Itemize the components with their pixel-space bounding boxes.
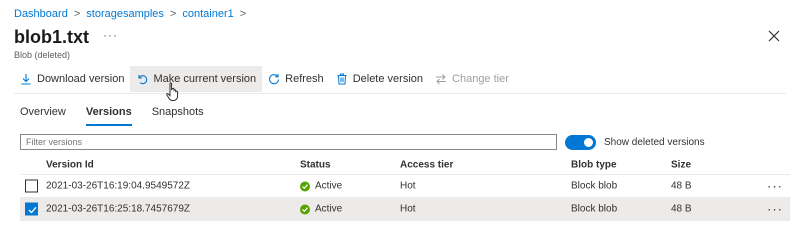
toolbar: Download version Make current version Re… xyxy=(14,66,515,92)
close-icon[interactable] xyxy=(768,30,780,42)
check-icon xyxy=(28,206,37,214)
column-header-blob-type[interactable]: Blob type xyxy=(571,159,617,170)
page-title: blob1.txt xyxy=(14,27,89,47)
delete-version-button[interactable]: Delete version xyxy=(330,66,429,92)
toolbar-divider xyxy=(14,93,786,94)
row-more-button[interactable]: ··· xyxy=(767,202,783,217)
row-checkbox[interactable] xyxy=(25,179,38,193)
version-id-cell: 2021-03-26T16:25:18.7457679Z xyxy=(46,203,191,215)
column-header-status[interactable]: Status xyxy=(300,159,331,170)
refresh-icon xyxy=(269,74,280,85)
undo-icon xyxy=(138,75,148,85)
size-cell: 48 B xyxy=(671,203,692,215)
toggle-knob xyxy=(584,138,593,147)
status-text: Active xyxy=(315,180,343,192)
tab-snapshots[interactable]: Snapshots xyxy=(152,106,204,126)
swap-icon xyxy=(436,74,447,85)
check-icon xyxy=(300,181,310,191)
pointer-cursor-icon xyxy=(166,82,179,101)
breadcrumb-separator: > xyxy=(169,8,177,20)
breadcrumb-container1[interactable]: container1 xyxy=(182,8,233,20)
table-header: Version Id Status Access tier Blob type … xyxy=(20,155,790,175)
show-deleted-versions-label: Show deleted versions xyxy=(604,137,705,148)
status-text: Active xyxy=(315,203,343,215)
row-checkbox[interactable] xyxy=(25,202,38,216)
refresh-label: Refresh xyxy=(285,73,324,85)
breadcrumb-separator: > xyxy=(73,8,81,20)
page-subtitle: Blob (deleted) xyxy=(14,50,71,60)
breadcrumb-separator: > xyxy=(239,8,247,20)
status-cell: Active xyxy=(300,181,342,192)
title-row: blob1.txt ··· xyxy=(14,27,118,48)
download-version-label: Download version xyxy=(37,73,125,85)
trash-icon xyxy=(337,73,347,85)
version-id-cell: 2021-03-26T16:19:04.9549572Z xyxy=(46,180,191,192)
status-cell: Active xyxy=(300,204,342,215)
make-current-version-button[interactable]: Make current version xyxy=(130,66,263,92)
breadcrumb-storagesamples[interactable]: storagesamples xyxy=(86,8,164,20)
table-row[interactable]: 2021-03-26T16:19:04.9549572Z Active Hot … xyxy=(20,175,790,198)
row-more-button[interactable]: ··· xyxy=(767,179,783,194)
tab-overview[interactable]: Overview xyxy=(20,106,66,126)
refresh-button[interactable]: Refresh xyxy=(262,66,330,92)
blob-type-cell: Block blob xyxy=(571,203,618,215)
access-tier-cell: Hot xyxy=(400,203,416,215)
more-options-button[interactable]: ··· xyxy=(103,28,118,42)
filter-versions-input[interactable] xyxy=(20,134,557,150)
show-deleted-versions-toggle[interactable] xyxy=(565,135,596,150)
access-tier-cell: Hot xyxy=(400,180,416,192)
table-row[interactable]: 2021-03-26T16:25:18.7457679Z Active Hot … xyxy=(20,198,790,221)
column-header-size[interactable]: Size xyxy=(671,159,691,170)
column-header-version-id[interactable]: Version Id xyxy=(46,159,94,170)
breadcrumb: Dashboard > storagesamples > container1 … xyxy=(14,8,246,20)
check-icon xyxy=(300,204,310,214)
change-tier-label: Change tier xyxy=(452,73,509,85)
tabs: Overview Versions Snapshots xyxy=(20,106,204,126)
tab-versions[interactable]: Versions xyxy=(85,106,132,126)
size-cell: 48 B xyxy=(671,180,692,192)
versions-table: Version Id Status Access tier Blob type … xyxy=(20,155,790,221)
breadcrumb-dashboard[interactable]: Dashboard xyxy=(14,8,68,20)
download-version-button[interactable]: Download version xyxy=(14,66,130,92)
blob-type-cell: Block blob xyxy=(571,180,618,192)
delete-version-label: Delete version xyxy=(352,73,424,85)
column-header-access-tier[interactable]: Access tier xyxy=(400,159,453,170)
download-icon xyxy=(21,74,31,85)
show-deleted-versions-toggle-group: Show deleted versions xyxy=(565,135,705,150)
change-tier-button[interactable]: Change tier xyxy=(429,66,515,92)
